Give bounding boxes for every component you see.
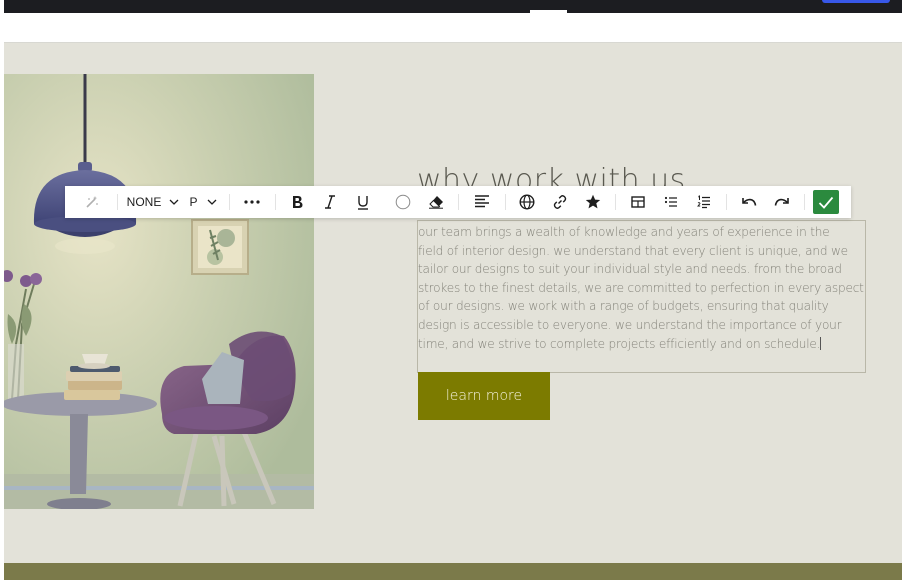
star-icon: [585, 194, 601, 209]
undo-icon: [742, 198, 757, 206]
block-type-select[interactable]: P: [185, 186, 221, 218]
align-button[interactable]: [468, 186, 496, 218]
numbered-list-icon: [697, 195, 710, 209]
toolbar-separator: [458, 194, 459, 210]
paragraph-line: strokes to the finest details, we are co…: [418, 280, 864, 295]
editor-top-bar: [4, 0, 902, 13]
paragraph-line: time, and we strive to complete projects…: [418, 336, 821, 351]
editor-canvas: why work with us our team brings a wealt…: [4, 0, 902, 580]
paragraph-line: our team brings a wealth of knowledge an…: [418, 225, 830, 239]
text-color-icon: [395, 194, 411, 210]
interior-illustration-art: [4, 74, 314, 509]
more-options-button[interactable]: [237, 186, 267, 218]
eraser-icon: [429, 196, 443, 209]
wand-icon: [86, 196, 98, 208]
magic-wand-button[interactable]: [81, 186, 103, 218]
toolbar-separator: [804, 194, 805, 210]
check-icon: [818, 196, 834, 209]
globe-icon: [519, 194, 535, 210]
italic-icon: [325, 195, 335, 209]
learn-more-button[interactable]: learn more: [418, 372, 550, 420]
bold-icon: [293, 196, 303, 208]
interior-illustration: [4, 74, 314, 509]
toolbar-separator: [117, 194, 118, 210]
site-header: [4, 13, 902, 43]
numbered-list-button[interactable]: [690, 186, 718, 218]
clear-formatting-button[interactable]: [422, 186, 450, 218]
paragraph-line: tailor our designs to suit your individu…: [418, 262, 842, 277]
insert-link-button[interactable]: [546, 186, 574, 218]
italic-button[interactable]: [316, 186, 344, 218]
toolbar-separator: [615, 194, 616, 210]
save-button[interactable]: [813, 190, 839, 214]
text-caret: [820, 336, 822, 350]
text-color-button[interactable]: [389, 186, 417, 218]
font-size-select[interactable]: NONE: [125, 186, 181, 218]
paragraph-line: field of interior design. we understand …: [418, 243, 848, 258]
undo-button[interactable]: [735, 186, 763, 218]
footer-strip: [4, 563, 902, 580]
align-left-icon: [475, 195, 489, 208]
font-size-value: NONE: [126, 195, 162, 209]
redo-button[interactable]: [768, 186, 796, 218]
underline-button[interactable]: [349, 186, 377, 218]
paragraph-line-last: time, and we strive to complete projects…: [418, 335, 865, 354]
toolbar-separator: [726, 194, 727, 210]
block-type-value: P: [189, 195, 198, 209]
redo-icon: [774, 198, 789, 206]
language-button[interactable]: [513, 186, 541, 218]
chevron-down-icon: [207, 199, 216, 205]
text-formatting-toolbar: NONE P: [65, 186, 851, 218]
table-icon: [631, 196, 645, 208]
paragraph-line: design is accessible to everyone. we und…: [418, 317, 842, 332]
bold-button[interactable]: [283, 186, 311, 218]
underline-icon: [358, 195, 368, 210]
publish-button[interactable]: [822, 0, 890, 3]
toolbar-separator: [505, 194, 506, 210]
toolbar-separator: [275, 194, 276, 210]
ellipsis-icon: [244, 200, 260, 204]
bullet-list-button[interactable]: [657, 186, 685, 218]
favorite-button[interactable]: [579, 186, 607, 218]
paragraph-line: of our designs. we work with a range of …: [418, 299, 829, 314]
link-icon: [553, 195, 567, 209]
bullet-list-icon: [664, 196, 677, 207]
chevron-down-icon: [169, 199, 179, 205]
toolbar-separator: [229, 194, 230, 210]
insert-table-button[interactable]: [624, 186, 652, 218]
editable-paragraph[interactable]: our team brings a wealth of knowledge an…: [417, 220, 866, 373]
